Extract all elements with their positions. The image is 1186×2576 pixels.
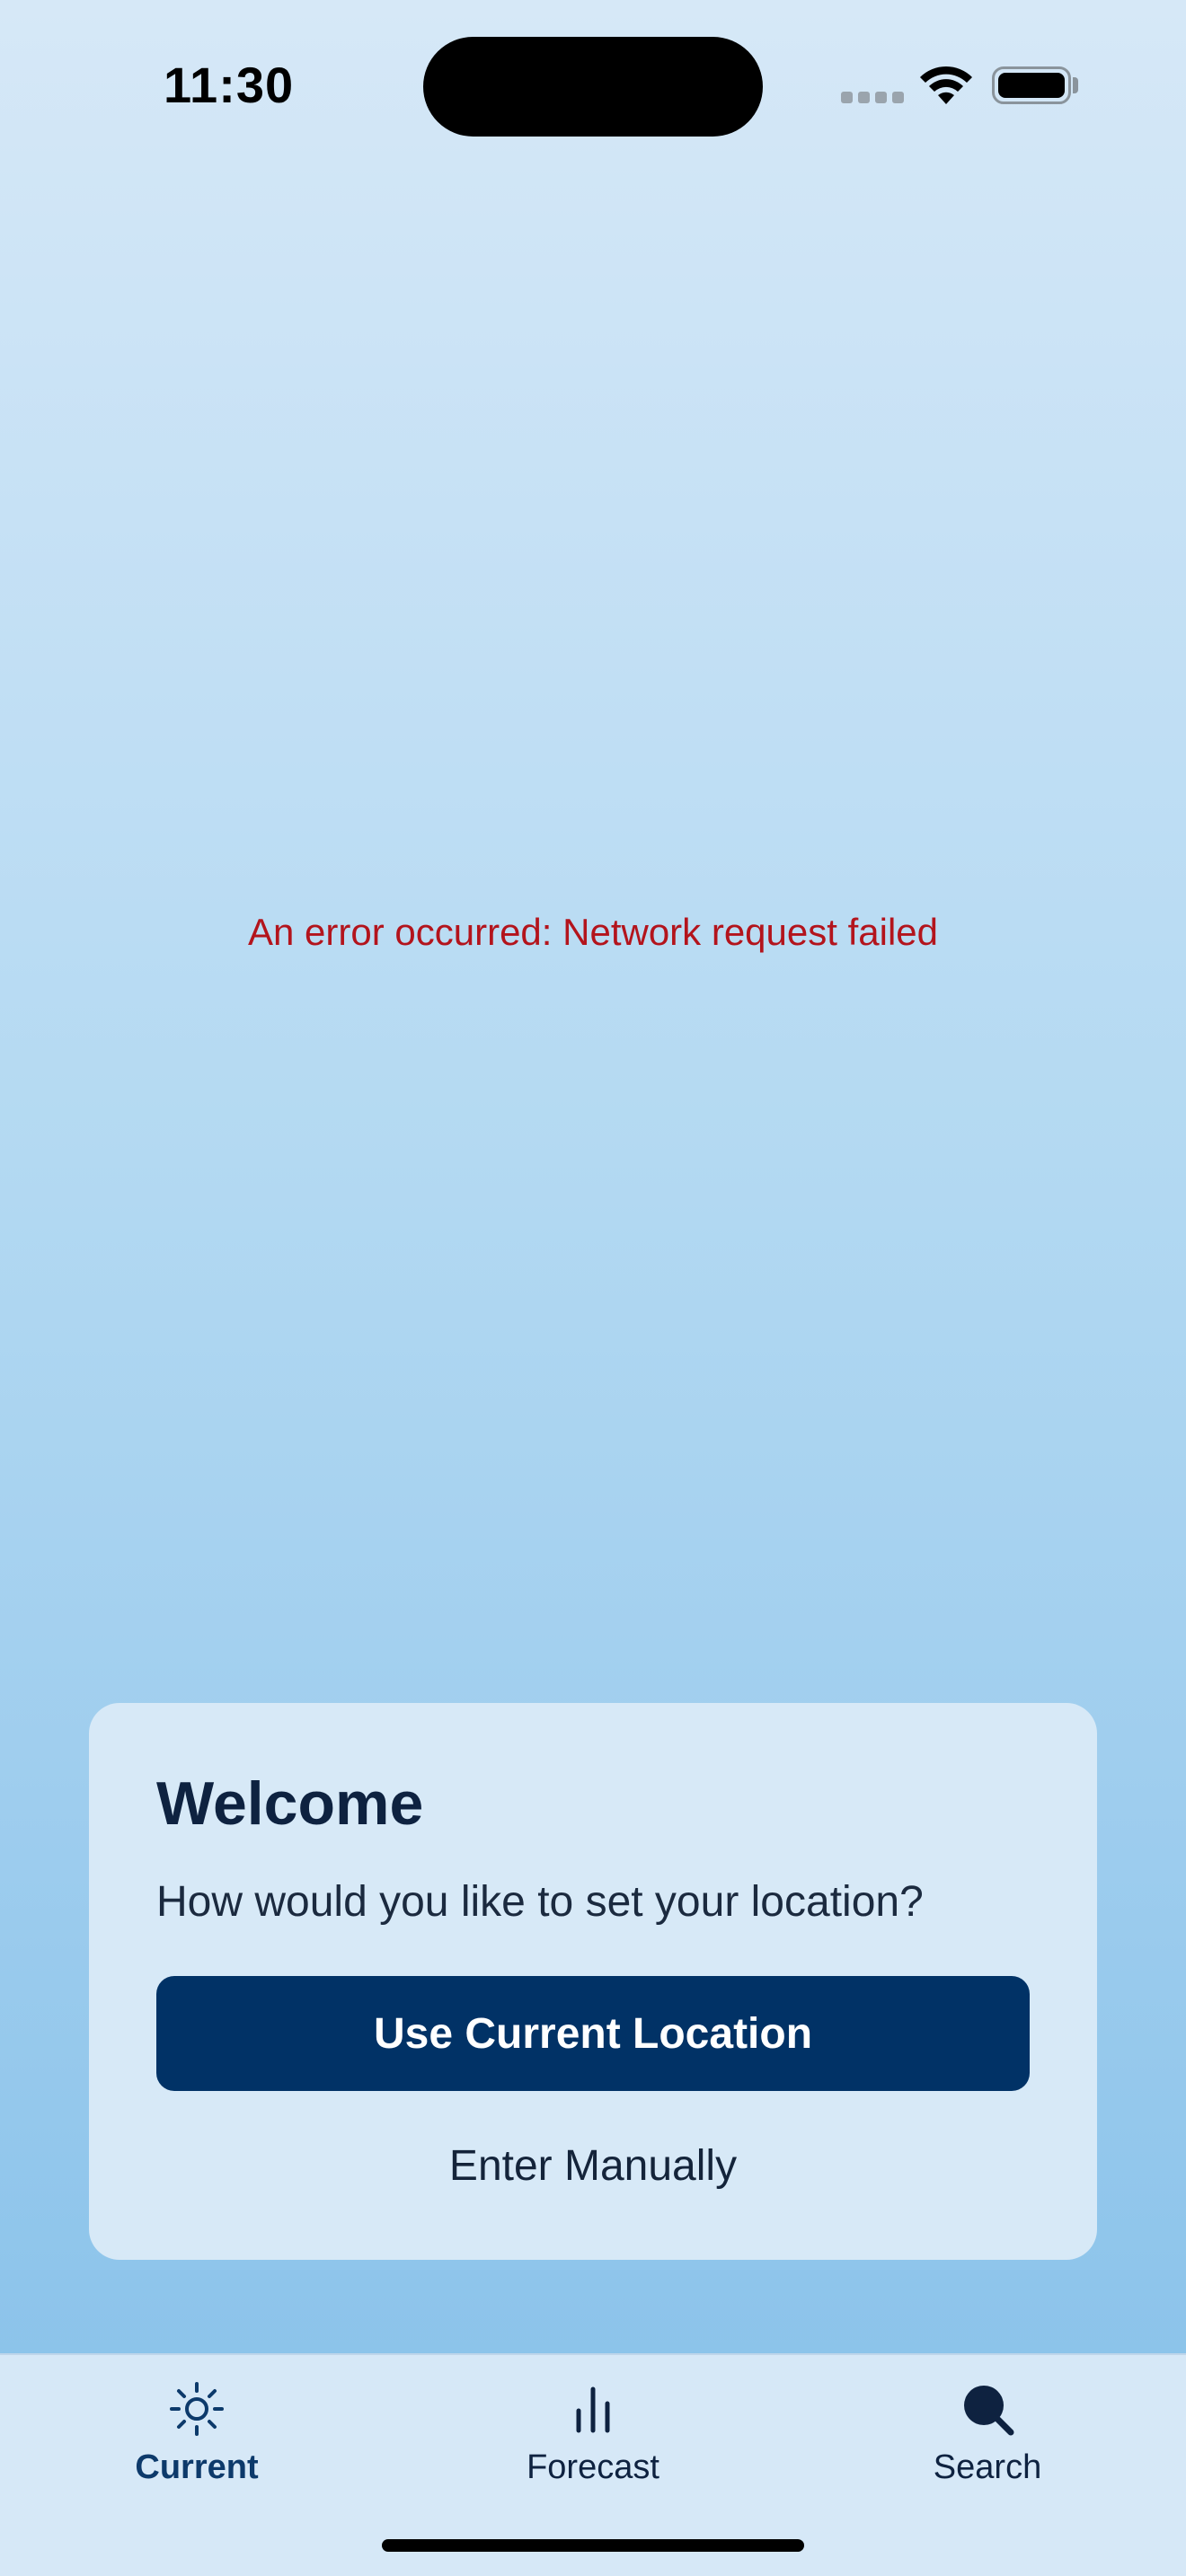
home-indicator	[382, 2539, 804, 2552]
dynamic-island	[423, 37, 763, 137]
tab-current[interactable]: Current	[80, 2380, 314, 2487]
bar-chart-icon	[576, 2386, 610, 2433]
tab-search-label: Search	[933, 2448, 1042, 2486]
welcome-subtitle: How would you like to set your location?	[156, 1878, 924, 1926]
tab-forecast-label: Forecast	[527, 2448, 659, 2486]
status-time: 11:30	[164, 57, 295, 113]
error-message: An error occurred: Network request faile…	[248, 911, 938, 953]
battery-cap	[1073, 77, 1078, 93]
welcome-card: Welcome How would you like to set your l…	[89, 1703, 1097, 2260]
enter-manually-button[interactable]: Enter Manually	[156, 2145, 1030, 2188]
search-icon	[964, 2386, 1014, 2436]
cellular-signal-icon	[841, 92, 904, 103]
tab-current-label: Current	[135, 2448, 259, 2486]
sun-icon	[170, 2382, 224, 2436]
wifi-icon	[920, 66, 972, 104]
battery-icon	[992, 66, 1071, 104]
tab-forecast[interactable]: Forecast	[476, 2380, 710, 2487]
use-current-location-button[interactable]: Use Current Location	[156, 1976, 1030, 2091]
tab-search[interactable]: Search	[871, 2380, 1104, 2487]
welcome-title: Welcome	[156, 1769, 424, 1838]
